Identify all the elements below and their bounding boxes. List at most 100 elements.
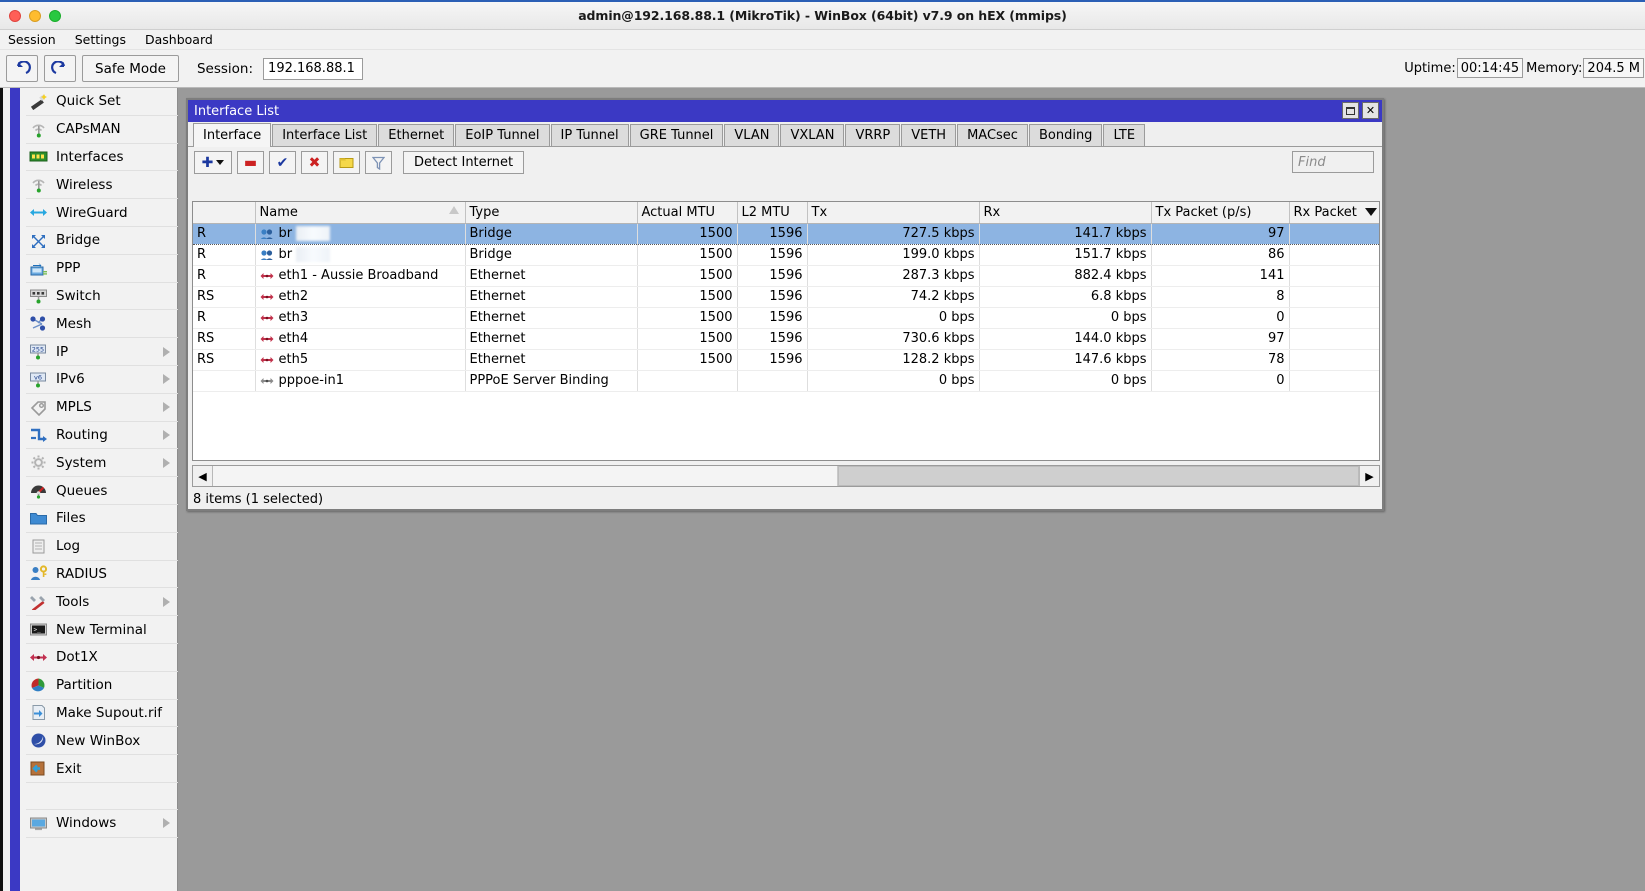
tab-macsec[interactable]: MACsec xyxy=(957,124,1028,146)
sidebar-item-mesh[interactable]: Mesh xyxy=(26,310,178,338)
filter-icon xyxy=(372,156,385,170)
tab-ip-tunnel[interactable]: IP Tunnel xyxy=(551,124,629,146)
redo-icon xyxy=(51,61,69,76)
sidebar-item-partition[interactable]: Partition xyxy=(26,672,178,700)
sidebar-item-capsman[interactable]: CAPsMAN xyxy=(26,116,178,144)
undo-button[interactable] xyxy=(6,55,38,82)
cell-actual-mtu xyxy=(637,370,737,391)
tab-eoip-tunnel[interactable]: EoIP Tunnel xyxy=(455,124,549,146)
sidebar-item-dot1x[interactable]: Dot1X xyxy=(26,644,178,672)
sidebar-item-windows[interactable]: Windows xyxy=(26,810,178,838)
scroll-right-icon[interactable]: ▶ xyxy=(1359,466,1379,486)
disable-interface-button[interactable]: ✖ xyxy=(301,151,328,174)
column-menu-icon[interactable] xyxy=(1365,208,1377,216)
sidebar-item-label: MPLS xyxy=(56,399,92,415)
sidebar-item-mpls[interactable]: MPLS xyxy=(26,394,178,422)
filter-button[interactable] xyxy=(365,151,392,174)
table-row[interactable]: R br Bridge xyxy=(193,223,1380,244)
col-l2-mtu[interactable]: L2 MTU xyxy=(737,202,807,223)
tab-vrrp[interactable]: VRRP xyxy=(845,124,900,146)
sidebar-item-routing[interactable]: Routing xyxy=(26,422,178,450)
scroll-left-icon[interactable]: ◀ xyxy=(193,466,213,486)
enable-interface-button[interactable]: ✔ xyxy=(269,151,296,174)
tab-vxlan[interactable]: VXLAN xyxy=(780,124,844,146)
cell-tx-packet: 0 xyxy=(1151,370,1289,391)
sidebar-item-bridge[interactable]: Bridge xyxy=(26,227,178,255)
col-tx[interactable]: Tx xyxy=(807,202,979,223)
remove-interface-button[interactable]: ▬ xyxy=(237,151,264,174)
sidebar-item-ip[interactable]: 255 IP xyxy=(26,338,178,366)
mesh-icon xyxy=(28,315,49,333)
table-row[interactable]: R br Bridge xyxy=(193,244,1380,265)
table-row[interactable]: R eth1 - Aussie Broadband Ethernet xyxy=(193,265,1380,286)
tab-vlan[interactable]: VLAN xyxy=(724,124,779,146)
table-row[interactable]: RS eth2 Ethernet 1500 xyxy=(193,286,1380,307)
close-button[interactable]: ✕ xyxy=(1362,102,1379,119)
find-input[interactable]: Find xyxy=(1292,151,1374,173)
sidebar-item-new-terminal[interactable]: >_ New Terminal xyxy=(26,616,178,644)
col-name[interactable]: Name xyxy=(255,202,465,223)
sidebar-item-system[interactable]: System xyxy=(26,449,178,477)
menu-settings[interactable]: Settings xyxy=(73,31,128,48)
session-address-field[interactable]: 192.168.88.1 xyxy=(263,58,363,80)
tab-ethernet[interactable]: Ethernet xyxy=(378,124,454,146)
table-row[interactable]: RS eth4 Ethernet 1500 xyxy=(193,328,1380,349)
col-type[interactable]: Type xyxy=(465,202,637,223)
cell-name-text: eth4 xyxy=(279,331,309,346)
tab-interface-list[interactable]: Interface List xyxy=(272,124,377,146)
cell-name-text: eth1 - Aussie Broadband xyxy=(279,268,439,283)
table-row[interactable]: pppoe-in1 PPPoE Server Binding 0 bps 0 b… xyxy=(193,370,1380,391)
tab-veth[interactable]: VETH xyxy=(901,124,956,146)
comment-button[interactable] xyxy=(333,151,360,174)
interface-table-container[interactable]: Name Type Actual MTU L2 MTU Tx Rx Tx Pac… xyxy=(192,201,1380,461)
add-interface-button[interactable]: ✚ xyxy=(194,151,232,174)
sort-ascending-icon xyxy=(449,206,459,214)
log-icon xyxy=(28,537,49,555)
cell-l2-mtu: 1596 xyxy=(737,307,807,328)
sidebar-item-queues[interactable]: Queues xyxy=(26,477,178,505)
menu-dashboard[interactable]: Dashboard xyxy=(143,31,215,48)
sidebar-item-interfaces[interactable]: Interfaces xyxy=(26,144,178,172)
uptime-value: 00:14:45 xyxy=(1457,58,1523,78)
sidebar-item-make-supout[interactable]: Make Supout.rif xyxy=(26,700,178,728)
safe-mode-button[interactable]: Safe Mode xyxy=(82,55,179,82)
horizontal-scrollbar[interactable]: ◀ ▶ xyxy=(192,465,1380,487)
sidebar-item-ipv6[interactable]: v6 IPv6 xyxy=(26,366,178,394)
sidebar-item-tools[interactable]: Tools xyxy=(26,588,178,616)
interface-list-titlebar[interactable]: Interface List ✕ xyxy=(188,100,1382,122)
table-row[interactable]: RS eth5 Ethernet 1500 xyxy=(193,349,1380,370)
menu-session[interactable]: Session xyxy=(6,31,58,48)
sidebar-item-exit[interactable]: Exit xyxy=(26,755,178,783)
cell-rx-packet xyxy=(1289,349,1380,370)
tab-gre-tunnel[interactable]: GRE Tunnel xyxy=(630,124,724,146)
detect-internet-button[interactable]: Detect Internet xyxy=(403,151,524,174)
col-rx-packet[interactable]: Rx Packet xyxy=(1289,202,1380,223)
sidebar-item-new-winbox[interactable]: New WinBox xyxy=(26,727,178,755)
col-rx[interactable]: Rx xyxy=(979,202,1151,223)
col-flags[interactable] xyxy=(193,202,255,223)
sidebar-item-log[interactable]: Log xyxy=(26,533,178,561)
sidebar-item-quick-set[interactable]: Quick Set xyxy=(26,88,178,116)
table-header-row: Name Type Actual MTU L2 MTU Tx Rx Tx Pac… xyxy=(193,202,1380,223)
tab-interface[interactable]: Interface xyxy=(193,123,271,147)
col-actual-mtu[interactable]: Actual MTU xyxy=(637,202,737,223)
scrollbar-track[interactable] xyxy=(213,466,1359,486)
scrollbar-page-right[interactable] xyxy=(838,466,1359,486)
redo-button[interactable] xyxy=(44,55,76,82)
cell-type: Bridge xyxy=(465,244,637,265)
col-tx-packet[interactable]: Tx Packet (p/s) xyxy=(1151,202,1289,223)
sidebar-item-switch[interactable]: Switch xyxy=(26,283,178,311)
sidebar-item-ppp[interactable]: PPP xyxy=(26,255,178,283)
sidebar-item-wireguard[interactable]: WireGuard xyxy=(26,199,178,227)
tab-bonding[interactable]: Bonding xyxy=(1029,124,1102,146)
maximize-button[interactable] xyxy=(1342,102,1359,119)
table-row[interactable]: R eth3 Ethernet 1500 xyxy=(193,307,1380,328)
scrollbar-thumb[interactable] xyxy=(213,466,838,486)
cell-actual-mtu: 1500 xyxy=(637,349,737,370)
svg-text:255: 255 xyxy=(32,346,44,354)
sidebar-item-files[interactable]: Files xyxy=(26,505,178,533)
tab-lte[interactable]: LTE xyxy=(1103,124,1145,146)
sidebar-item-wireless[interactable]: Wireless xyxy=(26,171,178,199)
ethernet-row-icon xyxy=(260,270,274,282)
sidebar-item-radius[interactable]: RADIUS xyxy=(26,561,178,589)
